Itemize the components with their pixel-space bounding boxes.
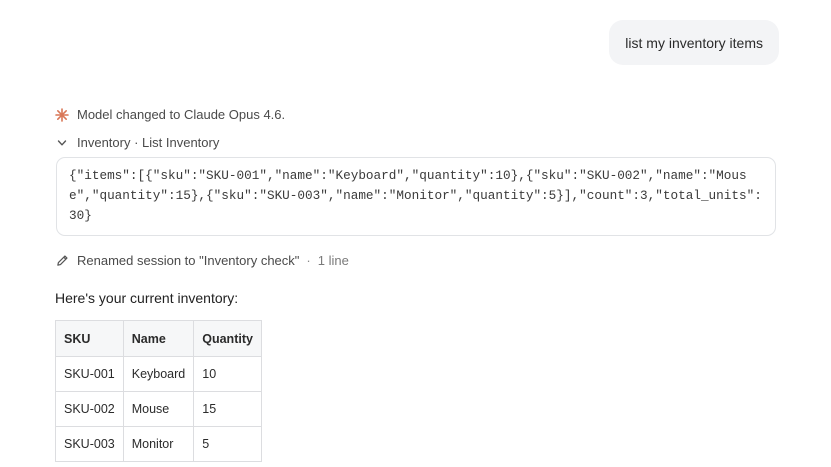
chat-transcript: list my inventory items Model changed to…: [0, 0, 831, 467]
inventory-table: SKU Name Quantity SKU-001 Keyboard 10 SK…: [55, 320, 262, 462]
cell-quantity: 5: [193, 426, 262, 462]
cell-sku: SKU-002: [55, 391, 124, 427]
tool-call-label: Inventory · List Inventory: [77, 135, 220, 150]
cell-name: Monitor: [122, 426, 195, 462]
cell-quantity: 15: [193, 391, 262, 427]
table-row: SKU-003 Monitor 5: [55, 426, 262, 462]
cell-sku: SKU-001: [55, 356, 124, 392]
rename-session-notice: Renamed session to "Inventory check" · 1…: [55, 253, 349, 268]
model-change-notice: Model changed to Claude Opus 4.6.: [55, 107, 285, 122]
table-row: SKU-001 Keyboard 10: [55, 356, 262, 392]
user-message-bubble: list my inventory items: [609, 20, 779, 65]
table-header-row: SKU Name Quantity: [55, 320, 262, 357]
rename-text: Renamed session to "Inventory check": [77, 253, 300, 268]
separator-dot: ·: [306, 253, 311, 268]
pencil-icon: [55, 254, 69, 268]
assistant-intro-text: Here's your current inventory:: [55, 290, 239, 306]
tool-call-header[interactable]: Inventory · List Inventory: [55, 135, 219, 150]
cell-quantity: 10: [193, 356, 262, 392]
column-header-quantity: Quantity: [193, 320, 262, 357]
cell-name: Mouse: [122, 391, 195, 427]
model-change-text: Model changed to Claude Opus 4.6.: [77, 107, 286, 122]
cell-name: Keyboard: [122, 356, 195, 392]
user-message-text: list my inventory items: [625, 34, 763, 51]
sparkle-icon: [55, 107, 69, 122]
chevron-down-icon[interactable]: [55, 136, 69, 150]
tool-output-code-block: {"items":[{"sku":"SKU-001","name":"Keybo…: [56, 157, 776, 236]
column-header-name: Name: [122, 320, 195, 357]
column-header-sku: SKU: [55, 320, 124, 357]
rename-line-count: 1 line: [317, 253, 349, 268]
table-row: SKU-002 Mouse 15: [55, 391, 262, 427]
cell-sku: SKU-003: [55, 426, 124, 462]
